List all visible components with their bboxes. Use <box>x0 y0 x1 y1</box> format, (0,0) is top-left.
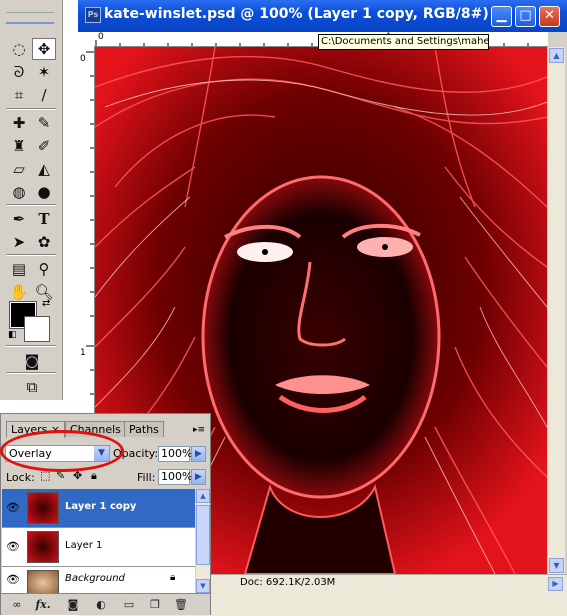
hand-tool-icon[interactable]: ✋ <box>7 281 31 303</box>
lock-transparent-icon[interactable]: ⬚ <box>40 469 50 482</box>
minimize-icon: ▁ <box>496 8 507 23</box>
new-layer-icon[interactable]: ❐ <box>147 597 163 613</box>
visibility-eye-icon[interactable]: 👁︎ <box>6 573 20 587</box>
notes-tool-icon[interactable]: ▤ <box>7 258 31 280</box>
ruler-tick-label: 1 <box>80 348 86 358</box>
document-size-status: Doc: 692.1K/2.03M <box>240 577 336 588</box>
fill-input[interactable]: 100% <box>158 469 192 485</box>
blend-mode-select[interactable]: Overlay ▼ <box>5 445 110 462</box>
tools-panel: ◌ ✥ ᘐ ✶ ⌗ ∕ ✚ ✎ ♜ ✐ ▱ ◭ ◍ ● ✒ T ➤ ✿ ▤ ⚲ … <box>0 0 63 400</box>
eyedropper-tool-icon[interactable]: ⚲ <box>32 258 56 280</box>
new-group-icon[interactable]: ▭ <box>121 597 137 613</box>
link-layers-icon[interactable]: ∞ <box>9 597 25 613</box>
dodge-tool-icon[interactable]: ● <box>32 181 56 203</box>
fill-slider-icon[interactable]: ▶ <box>191 469 206 485</box>
blur-tool-icon[interactable]: ◍ <box>7 181 31 203</box>
blend-mode-value: Overlay <box>9 447 52 460</box>
history-brush-tool-icon[interactable]: ✐ <box>32 135 56 157</box>
tab-paths[interactable]: Paths <box>124 421 164 437</box>
swap-colors-icon[interactable]: ⇄ <box>42 298 50 309</box>
custom-shape-tool-icon[interactable]: ✿ <box>32 231 56 253</box>
visibility-eye-icon[interactable]: 👁︎ <box>6 501 20 515</box>
layer-row[interactable]: 👁︎ Layer 1 <box>2 528 195 567</box>
ruler-tick-label: 0 <box>80 54 86 64</box>
tab-layers[interactable]: Layers × <box>6 421 66 438</box>
lock-image-icon[interactable]: ✎ <box>56 469 65 482</box>
lock-label: Lock: <box>6 471 35 484</box>
lock-position-icon[interactable]: ✥ <box>73 469 82 482</box>
layer-thumbnail <box>27 531 59 563</box>
photoshop-document-icon: Ps <box>85 7 101 23</box>
type-tool-icon[interactable]: T <box>32 208 56 230</box>
vertical-scrollbar[interactable]: ▲ ▼ <box>548 47 565 574</box>
adjustment-layer-icon[interactable]: ◐ <box>93 597 109 613</box>
marquee-tool-icon[interactable]: ◌ <box>7 38 31 60</box>
brush-tool-icon[interactable]: ✎ <box>32 112 56 134</box>
toolbox-divider <box>6 345 56 347</box>
scroll-down-icon[interactable]: ▼ <box>549 558 564 573</box>
screen-mode-icon[interactable]: ⧉ <box>20 376 44 398</box>
panel-menu-icon[interactable]: ▸≡ <box>193 425 205 435</box>
fill-label: Fill: <box>137 471 156 484</box>
chevron-down-icon[interactable]: ▼ <box>94 446 109 461</box>
delete-layer-icon[interactable]: 🗑︎ <box>173 597 189 613</box>
document-title: kate-winslet.psd @ 100% (Layer 1 copy, R… <box>104 6 489 22</box>
path-selection-tool-icon[interactable]: ➤ <box>7 231 31 253</box>
layers-scrollbar[interactable]: ▲ ▼ <box>196 489 210 593</box>
eraser-tool-icon[interactable]: ▱ <box>7 158 31 180</box>
layer-thumbnail <box>27 492 59 524</box>
scroll-up-icon[interactable]: ▲ <box>549 48 564 63</box>
background-color-swatch[interactable] <box>24 316 50 342</box>
move-tool-icon[interactable]: ✥ <box>32 38 56 60</box>
lock-all-icon[interactable]: 🔒︎ <box>91 469 97 483</box>
ruler-tick-label: 0 <box>98 32 104 42</box>
lock-icon: 🔒︎ <box>170 572 176 583</box>
layers-footer: ∞ fx. ◙ ◐ ▭ ❐ 🗑︎ <box>1 593 210 615</box>
document-titlebar[interactable]: Ps kate-winslet.psd @ 100% (Layer 1 copy… <box>78 0 567 32</box>
scroll-down-icon[interactable]: ▼ <box>196 579 210 593</box>
layer-name: Layer 1 copy <box>65 501 137 512</box>
visibility-eye-icon[interactable]: 👁︎ <box>6 540 20 554</box>
clone-stamp-tool-icon[interactable]: ♜ <box>7 135 31 157</box>
close-button[interactable]: ✕ <box>539 6 560 27</box>
scroll-up-icon[interactable]: ▲ <box>196 489 210 503</box>
minimize-button[interactable]: ▁ <box>491 6 512 27</box>
layer-name: Background <box>65 573 125 584</box>
maximize-button[interactable]: □ <box>515 6 536 27</box>
layer-name: Layer 1 <box>65 540 103 551</box>
opacity-slider-icon[interactable]: ▶ <box>191 446 206 462</box>
layers-panel: Layers × Channels Paths ▸≡ Overlay ▼ Opa… <box>0 413 211 615</box>
toolbox-divider <box>6 204 56 206</box>
layer-style-icon[interactable]: fx. <box>35 597 51 613</box>
tools-panel-grip[interactable] <box>6 6 54 24</box>
slice-tool-icon[interactable]: ∕ <box>32 84 56 106</box>
crop-tool-icon[interactable]: ⌗ <box>7 84 31 106</box>
tab-channels[interactable]: Channels <box>65 421 126 437</box>
add-mask-icon[interactable]: ◙ <box>65 597 81 613</box>
pen-tool-icon[interactable]: ✒ <box>7 208 31 230</box>
scroll-right-icon[interactable]: ▶ <box>548 577 563 591</box>
close-icon: ✕ <box>544 8 555 23</box>
toolbox-divider <box>6 372 56 374</box>
toolbox-divider <box>6 108 56 110</box>
healing-brush-tool-icon[interactable]: ✚ <box>7 112 31 134</box>
layer-row[interactable]: 👁︎ Layer 1 copy <box>2 489 195 528</box>
path-tooltip: C:\Documents and Settings\maheshw <box>318 34 489 50</box>
toolbox-divider <box>6 254 56 256</box>
maximize-icon: □ <box>519 8 532 23</box>
quick-mask-mode-icon[interactable]: ◙ <box>20 350 44 372</box>
magic-wand-tool-icon[interactable]: ✶ <box>32 61 56 83</box>
opacity-label: Opacity: <box>113 447 159 460</box>
scroll-thumb[interactable] <box>196 505 210 565</box>
layer-row[interactable]: 👁︎ Background 🔒︎ <box>2 567 195 596</box>
default-colors-icon[interactable]: ◧ <box>8 330 17 340</box>
lasso-tool-icon[interactable]: ᘐ <box>7 61 31 83</box>
paint-bucket-tool-icon[interactable]: ◭ <box>32 158 56 180</box>
opacity-input[interactable]: 100% <box>158 446 192 462</box>
